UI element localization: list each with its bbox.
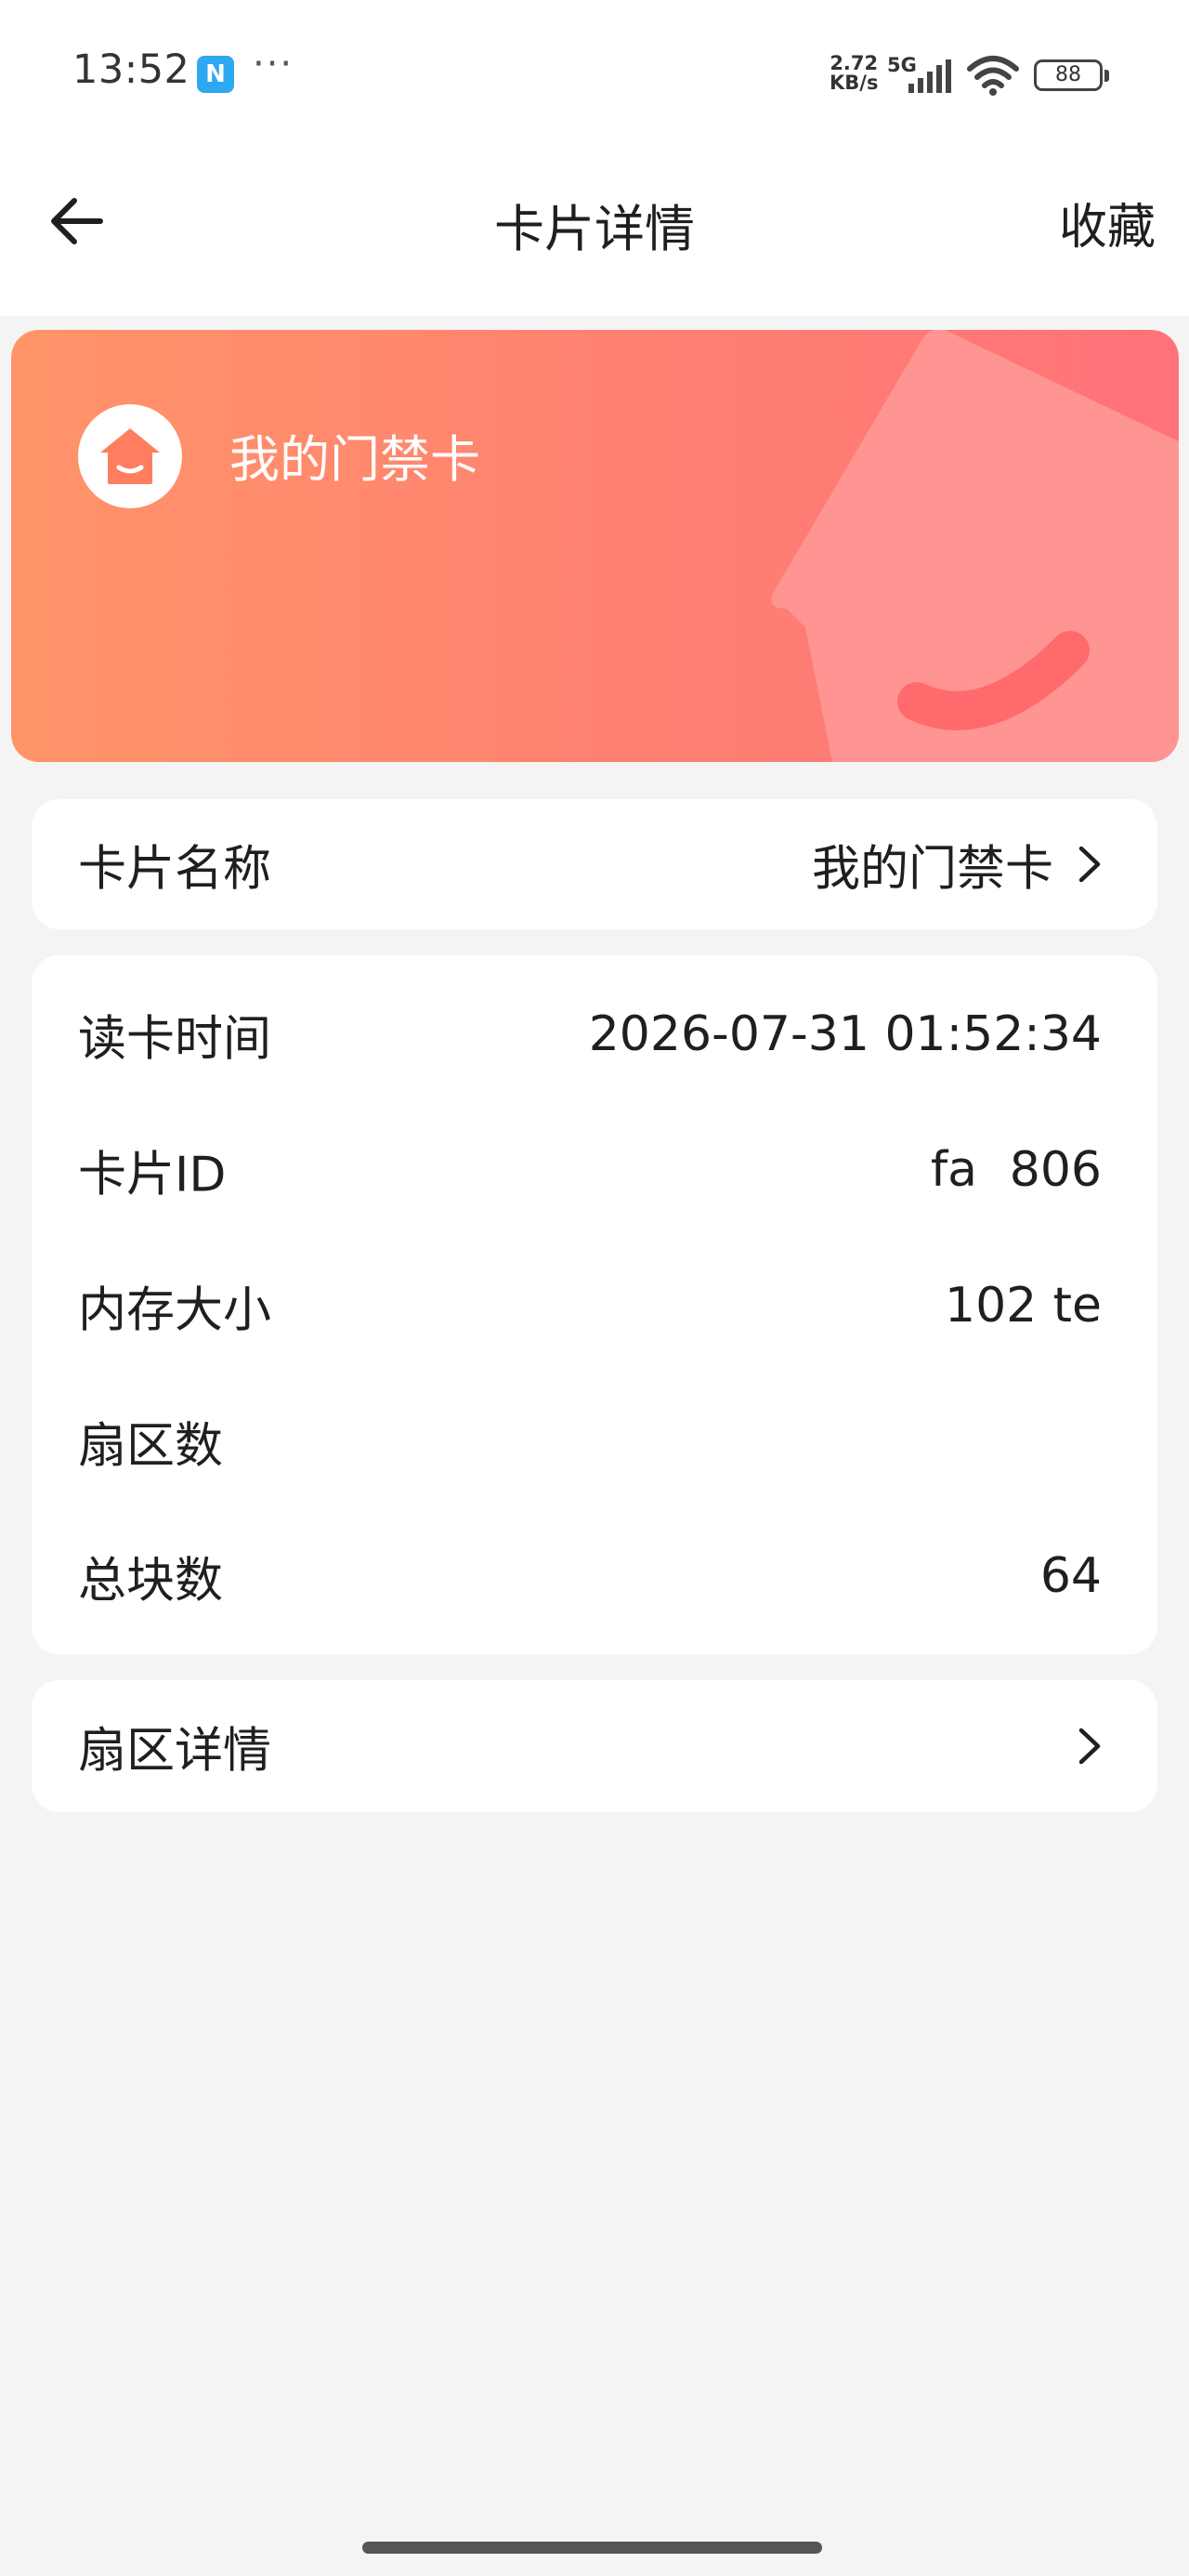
- memory-size-label: 内存大小: [78, 1282, 272, 1339]
- card-id-value: fa 806: [930, 1142, 1102, 1198]
- card-name-row[interactable]: 卡片名称 我的门禁卡: [32, 799, 1157, 929]
- card-name-label: 卡片名称: [78, 841, 272, 898]
- chevron-right-icon: [1078, 846, 1101, 883]
- card-details-section: 读卡时间 2026-07-31 01:52:34 卡片ID fa 806 内存大…: [32, 955, 1157, 1654]
- card-icon-circle: [78, 404, 182, 508]
- chevron-right-icon: [1078, 1728, 1101, 1765]
- signal-icon: [908, 59, 951, 93]
- memory-size-value: 102 te: [945, 1278, 1102, 1334]
- sector-count-row: 扇区数: [32, 1376, 1157, 1506]
- sector-details-section[interactable]: 扇区详情: [32, 1680, 1157, 1812]
- sector-count-label: 扇区数: [78, 1418, 224, 1475]
- block-count-label: 总块数: [78, 1553, 224, 1610]
- network-speed-unit: KB/s: [830, 72, 879, 94]
- card-name-value: 我的门禁卡: [811, 841, 1053, 898]
- card-name-section[interactable]: 卡片名称 我的门禁卡: [32, 799, 1157, 929]
- card-id-label: 卡片ID: [78, 1147, 227, 1203]
- sector-details-label: 扇区详情: [78, 1723, 272, 1780]
- sector-details-row[interactable]: 扇区详情: [32, 1680, 1157, 1812]
- card-title: 我的门禁卡: [229, 430, 480, 489]
- page-title: 卡片详情: [494, 200, 695, 258]
- wifi-icon: [967, 56, 1019, 96]
- home-indicator[interactable]: [362, 2542, 822, 2554]
- more-notifications-icon: ···: [253, 43, 294, 85]
- block-count-value: 64: [1039, 1548, 1102, 1604]
- card-banner[interactable]: 我的门禁卡: [11, 330, 1179, 762]
- read-time-label: 读卡时间: [78, 1011, 272, 1068]
- battery-icon: 88: [1034, 59, 1103, 91]
- block-count-row: 总块数 64: [32, 1511, 1157, 1641]
- card-id-row: 卡片ID fa 806: [32, 1105, 1157, 1235]
- status-time: 13:52: [72, 46, 190, 93]
- network-speed: 2.72 KB/s: [830, 54, 878, 93]
- read-time-value: 2026-07-31 01:52:34: [588, 1006, 1102, 1062]
- memory-size-row: 内存大小 102 te: [32, 1241, 1157, 1371]
- house-decoration-icon: [771, 330, 1179, 762]
- favorite-button[interactable]: 收藏: [1059, 188, 1156, 257]
- read-time-row: 读卡时间 2026-07-31 01:52:34: [32, 969, 1157, 1099]
- status-bar: 13:52 N ··· 2.72 KB/s 5G 88: [0, 0, 1189, 149]
- battery-cap: [1104, 70, 1109, 82]
- network-speed-value: 2.72: [830, 52, 879, 74]
- home-icon: [100, 428, 160, 484]
- nfc-icon: N: [197, 56, 234, 93]
